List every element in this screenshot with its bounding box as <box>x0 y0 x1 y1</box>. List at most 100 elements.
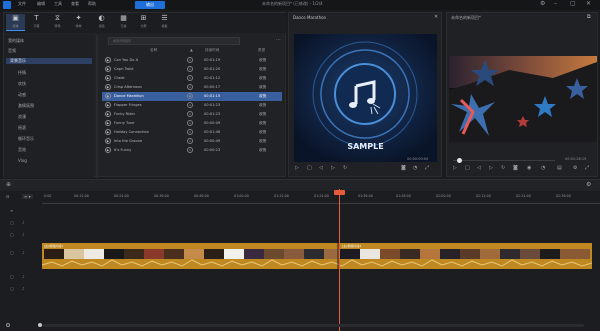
list-item[interactable]: ▶ Funny Tune ↓ 00:00:09 欢快 <box>102 119 282 128</box>
snapshot-icon[interactable]: ◙ <box>513 165 518 171</box>
tab-transitions[interactable]: ⧖ 转场 <box>48 14 67 31</box>
play-icon[interactable]: ▶ <box>105 93 111 99</box>
header-duration[interactable]: 持续时间 <box>205 48 219 53</box>
play-icon[interactable]: ▷ <box>295 165 299 171</box>
header-name[interactable]: 名称 <box>150 48 157 53</box>
play-icon[interactable]: ▶ <box>105 138 111 144</box>
menu-tools[interactable]: 工具 <box>54 1 62 7</box>
menu-file[interactable]: 文件 <box>18 1 26 7</box>
seek-bar[interactable] <box>453 160 555 161</box>
prev-frame-icon[interactable]: ◁ <box>319 165 323 171</box>
zoom-slider-handle[interactable] <box>38 323 42 327</box>
download-icon[interactable]: ↓ <box>187 129 193 135</box>
volume-icon[interactable]: ◔ <box>541 165 545 171</box>
loop-icon[interactable]: ↻ <box>501 165 505 171</box>
category-dynamic[interactable]: 动感 <box>18 92 26 98</box>
maximize-icon[interactable]: ▢ <box>570 0 576 7</box>
tab-filters[interactable]: ◐ 滤镜 <box>92 14 111 31</box>
video-clip-track[interactable]: [主]视频片段1 [主]视频片段2 <box>42 243 592 269</box>
close-icon[interactable]: ✕ <box>434 14 438 20</box>
category-vlog[interactable]: Vlog <box>18 158 27 163</box>
play-icon[interactable]: ▶ <box>105 75 111 81</box>
header-tag[interactable]: 类型 <box>258 48 265 53</box>
stop-icon[interactable]: □ <box>465 165 470 171</box>
track-header[interactable]: ▢ ♪ <box>0 220 40 230</box>
download-icon[interactable]: ↓ <box>187 84 193 90</box>
panel-splitter[interactable] <box>96 35 98 178</box>
category-bgm[interactable]: 背景音乐 <box>6 58 92 64</box>
snapshot-icon[interactable]: ◙ <box>401 165 406 171</box>
tab-templates[interactable]: ☰ 模板 <box>155 14 174 31</box>
list-item[interactable]: ▶ Crisp Afternoon ↓ 00:00:17 欢快 <box>102 83 282 92</box>
play-icon[interactable]: ▶ <box>105 129 111 135</box>
list-item-selected[interactable]: ▶ Dance Marathon ↓ 00:01:15 欢快 <box>102 92 282 101</box>
play-icon[interactable]: ▶ <box>105 147 111 153</box>
record-icon[interactable]: ◉ <box>527 165 531 171</box>
download-icon[interactable]: ↓ <box>187 147 193 153</box>
category-audio[interactable]: 音频 <box>8 48 16 54</box>
download-icon[interactable]: ↓ <box>187 57 193 63</box>
list-item[interactable]: ▶ Cheat ↓ 00:01:12 欢快 <box>102 74 282 83</box>
list-item[interactable]: ▶ Can You Do It ↓ 00:01:19 欢快 <box>102 56 282 65</box>
fullscreen-icon[interactable]: ⤢ <box>585 165 589 171</box>
add-track-icon[interactable]: ⊕ <box>6 181 11 188</box>
settings-icon[interactable]: ⚙ <box>540 0 545 7</box>
track-header[interactable]: ▢ ♪ <box>0 274 40 284</box>
category-rock[interactable]: 摇滚 <box>18 125 26 131</box>
more-options-icon[interactable]: ··· <box>276 37 281 43</box>
fullscreen-icon[interactable]: ⤢ <box>425 165 429 171</box>
tab-split-screen[interactable]: ⊞ 分屏 <box>134 14 153 31</box>
zoom-fit-icon[interactable]: ⊟ <box>6 194 9 199</box>
tab-effects[interactable]: ✦ 特效 <box>69 14 88 31</box>
export-button[interactable]: 输出 <box>135 1 165 9</box>
download-icon[interactable]: ↓ <box>187 111 193 117</box>
list-item[interactable]: ▶ Funky Rider ↓ 00:01:23 欢快 <box>102 110 282 119</box>
playhead-line[interactable] <box>339 189 340 331</box>
play-icon[interactable]: ▷ <box>453 165 457 171</box>
menu-view[interactable]: 查看 <box>71 1 79 7</box>
play-icon[interactable]: ▶ <box>105 102 111 108</box>
play-icon[interactable]: ▶ <box>105 57 111 63</box>
track-menu-icon[interactable]: ≡ ▾ <box>22 194 33 199</box>
next-frame-icon[interactable]: ▷ <box>489 165 493 171</box>
menu-help[interactable]: 帮助 <box>88 1 96 7</box>
category-sfx[interactable]: 音效 <box>18 147 26 153</box>
minimize-icon[interactable]: – <box>554 0 557 7</box>
list-item[interactable]: ▶ Holiday Connection ↓ 00:01:46 欢快 <box>102 128 282 137</box>
search-input[interactable]: 搜索背景音乐 <box>108 37 240 45</box>
tab-elements[interactable]: ▦ 元素 <box>114 14 133 31</box>
list-item[interactable]: ▶ Capri Twist ↓ 00:01:20 欢快 <box>102 65 282 74</box>
seek-handle[interactable] <box>457 158 462 163</box>
tab-media[interactable]: ▣ 媒体 <box>6 14 25 31</box>
zoom-out-icon[interactable] <box>6 323 10 327</box>
close-icon[interactable]: ✕ <box>586 0 591 7</box>
category-passion[interactable]: 激情氛围 <box>18 103 34 109</box>
quality-icon[interactable]: ▤ <box>557 165 562 171</box>
next-frame-icon[interactable]: ▷ <box>331 165 335 171</box>
list-item[interactable]: ▶ Into the Groove ↓ 00:00:49 欢快 <box>102 137 282 146</box>
list-item[interactable]: ▶ It's Funny ↓ 00:00:23 欢快 <box>102 146 282 155</box>
play-icon[interactable]: ▶ <box>105 84 111 90</box>
download-icon[interactable]: ↓ <box>187 102 193 108</box>
prev-frame-icon[interactable]: ◁ <box>477 165 481 171</box>
menu-edit[interactable]: 编辑 <box>37 1 45 7</box>
download-icon[interactable]: ↓ <box>187 93 193 99</box>
time-ruler[interactable]: 0:00 00:12:00 00:24:00 00:36:00 00:48:00… <box>42 194 600 204</box>
play-icon[interactable]: ▶ <box>105 66 111 72</box>
stop-icon[interactable]: □ <box>307 165 312 171</box>
loop-icon[interactable]: ↻ <box>343 165 347 171</box>
download-icon[interactable]: ↓ <box>187 120 193 126</box>
list-item[interactable]: ▶ Flapper Fringes ↓ 00:01:23 欢快 <box>102 101 282 110</box>
category-romance[interactable]: 浪漫 <box>18 114 26 120</box>
download-icon[interactable]: ↓ <box>187 75 193 81</box>
volume-icon[interactable]: ◔ <box>413 165 417 171</box>
category-cheerful[interactable]: 欢快 <box>18 81 26 87</box>
timeline-settings-icon[interactable]: ⚙ <box>586 181 591 188</box>
category-loop[interactable]: 循环音乐 <box>18 136 34 142</box>
track-header[interactable]: ▢ ♪ <box>0 232 40 242</box>
play-icon[interactable]: ▶ <box>105 120 111 126</box>
tab-text[interactable]: T 字幕 <box>27 14 46 31</box>
settings-icon[interactable]: ⚙ <box>573 165 577 171</box>
play-icon[interactable]: ▶ <box>105 111 111 117</box>
track-header[interactable]: ▢ ♪ <box>0 250 40 260</box>
